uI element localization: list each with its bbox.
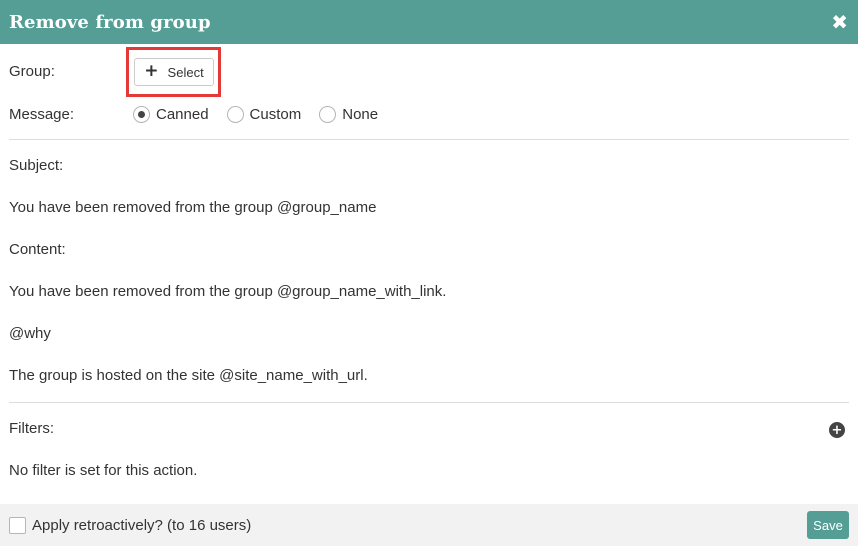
content-label: Content: (9, 241, 66, 258)
no-filter-text: No filter is set for this action. (9, 462, 198, 479)
apply-retroactively[interactable]: Apply retroactively? (to 16 users) (9, 516, 252, 534)
close-icon[interactable]: ✖ (831, 12, 848, 32)
dialog-footer: Apply retroactively? (to 16 users) Save (0, 504, 858, 546)
content-line: @why (9, 325, 51, 342)
message-row: Message: Canned Custom None (9, 103, 396, 125)
add-filter-icon[interactable]: + (829, 422, 845, 438)
divider (9, 402, 849, 403)
plus-icon: + (144, 61, 159, 81)
subject-value: You have been removed from the group @gr… (9, 199, 377, 216)
content-line: You have been removed from the group @gr… (9, 283, 447, 300)
radio-custom[interactable]: Custom (226, 105, 302, 123)
dialog-header: Remove from group ✖ (0, 0, 858, 44)
message-radio-group: Canned Custom None (133, 105, 396, 123)
group-label: Group: (9, 62, 55, 80)
radio-custom-dot[interactable] (226, 105, 244, 123)
dialog-title: Remove from group (9, 11, 211, 33)
select-group-label: Select (167, 64, 204, 80)
select-group-button[interactable]: + Select (134, 58, 214, 86)
select-highlight: + Select (126, 47, 221, 97)
radio-none-label: None (342, 105, 379, 123)
apply-retroactively-checkbox[interactable] (9, 516, 26, 534)
radio-none-dot[interactable] (319, 105, 337, 123)
radio-none[interactable]: None (319, 105, 379, 123)
apply-retroactively-label: Apply retroactively? (to 16 users) (32, 516, 252, 534)
radio-canned[interactable]: Canned (133, 105, 209, 123)
content-line: The group is hosted on the site @site_na… (9, 367, 368, 384)
group-row: Group: (9, 60, 133, 82)
message-label: Message: (9, 105, 75, 123)
remove-from-group-dialog: Remove from group ✖ Group: + Select Mess… (0, 0, 858, 546)
radio-canned-label: Canned (156, 105, 209, 123)
save-button[interactable]: Save (807, 511, 849, 539)
filters-label: Filters: (9, 420, 54, 437)
radio-canned-dot[interactable] (133, 105, 150, 123)
subject-label: Subject: (9, 157, 64, 174)
divider (9, 139, 849, 140)
radio-custom-label: Custom (249, 105, 302, 123)
